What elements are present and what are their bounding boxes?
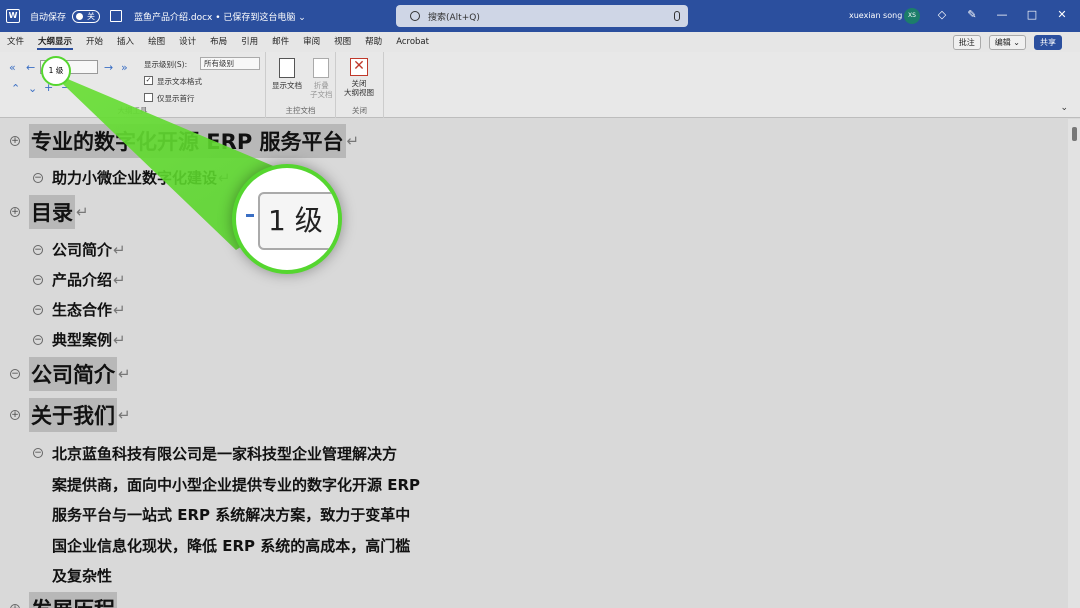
dash-icon [246, 214, 254, 217]
level-highlight-circle: 1 级 [41, 56, 71, 86]
magnifier-callout: 1 级 [232, 164, 342, 274]
magnified-level-box: 1 级 [258, 192, 342, 250]
zoom-beam [0, 0, 1080, 608]
